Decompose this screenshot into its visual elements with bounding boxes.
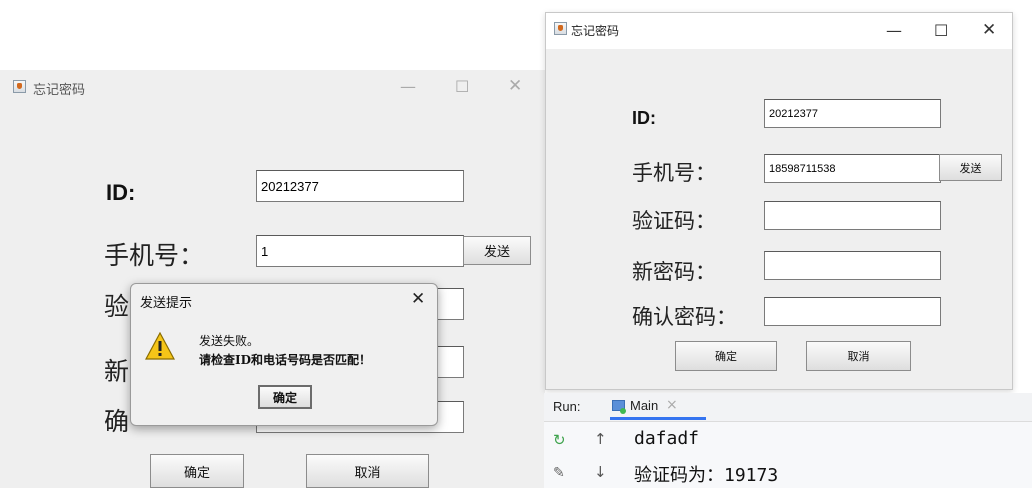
rerun-icon[interactable]: ↻	[553, 431, 566, 449]
dialog-title: 发送提示	[140, 296, 193, 311]
dialog-message-line2: 请检查ID和电话号码是否匹配！	[199, 353, 372, 367]
confirm-button[interactable]: 确定	[675, 341, 777, 371]
scroll-up-icon[interactable]: ↑	[594, 430, 607, 448]
run-panel: Run: Main × ↻ ↑ ✎ ↓ dafadf 验证码为：19173	[544, 393, 1032, 488]
settings-wrench-icon[interactable]: ✎	[553, 465, 565, 481]
dialog-close-icon[interactable]: ✕	[411, 289, 425, 309]
id-field[interactable]: 20212377	[764, 99, 941, 128]
id-field-value: 20212377	[769, 107, 818, 120]
java-app-icon	[554, 22, 567, 35]
verify-code-label: 验	[104, 292, 130, 321]
dialog-ok-button[interactable]: 确定	[258, 385, 312, 409]
run-tab-bar: Run: Main ×	[544, 393, 1032, 422]
warning-icon	[145, 332, 175, 360]
minimize-icon[interactable]: —	[400, 79, 416, 95]
id-field[interactable]: 20212377	[256, 170, 464, 202]
phone-field[interactable]: 1	[256, 235, 464, 267]
new-password-label: 新密码：	[632, 260, 716, 284]
phone-label: 手机号：	[632, 161, 716, 185]
right-titlebar: 忘记密码 — ☐ ✕	[546, 13, 1012, 49]
verify-code-label: 验证码：	[632, 209, 716, 233]
send-button[interactable]: 发送	[463, 236, 531, 265]
verify-code-field[interactable]	[764, 201, 941, 230]
id-field-value: 20212377	[261, 178, 319, 194]
id-label: ID:	[632, 108, 656, 128]
left-window-title: 忘记密码	[33, 83, 86, 98]
cancel-button[interactable]: 取消	[306, 454, 429, 488]
tab-close-icon[interactable]: ×	[666, 397, 678, 413]
maximize-icon[interactable]: ☐	[934, 23, 948, 39]
phone-field-value: 18598711538	[769, 162, 836, 175]
phone-field[interactable]: 18598711538	[764, 154, 941, 183]
run-label: Run:	[553, 399, 581, 414]
id-label: ID:	[106, 180, 136, 205]
close-icon[interactable]: ✕	[508, 78, 522, 95]
tab-main[interactable]: Main ×	[610, 393, 706, 420]
send-button[interactable]: 发送	[939, 154, 1002, 181]
maximize-icon[interactable]: ☐	[455, 79, 469, 95]
cancel-button[interactable]: 取消	[806, 341, 911, 371]
console-line-1: dafadf	[634, 428, 700, 449]
send-hint-dialog: 发送提示 ✕ 发送失败。 请检查ID和电话号码是否匹配！ 确定	[130, 283, 438, 426]
java-app-icon	[13, 80, 26, 93]
run-indicator-icon	[620, 408, 626, 414]
tab-main-label: Main	[630, 398, 659, 413]
right-forgot-password-window: 忘记密码 — ☐ ✕ ID: 20212377 手机号： 18598711538…	[545, 12, 1013, 390]
new-password-field[interactable]	[764, 251, 941, 280]
right-window-title: 忘记密码	[571, 24, 620, 38]
scroll-down-icon[interactable]: ↓	[594, 463, 607, 481]
new-password-label: 新	[104, 357, 130, 386]
phone-label: 手机号：	[104, 241, 205, 270]
minimize-icon[interactable]: —	[886, 23, 902, 39]
phone-field-value: 1	[261, 243, 269, 259]
confirm-button[interactable]: 确定	[150, 454, 244, 488]
close-icon[interactable]: ✕	[982, 22, 996, 39]
console-line-2: 验证码为：19173	[634, 465, 779, 486]
confirm-password-label: 确	[104, 407, 130, 436]
confirm-password-field[interactable]	[764, 297, 941, 326]
left-titlebar: 忘记密码 — ☐ ✕	[0, 70, 545, 104]
dialog-message-line1: 发送失败。	[199, 334, 260, 348]
confirm-password-label: 确认密码：	[632, 305, 737, 329]
